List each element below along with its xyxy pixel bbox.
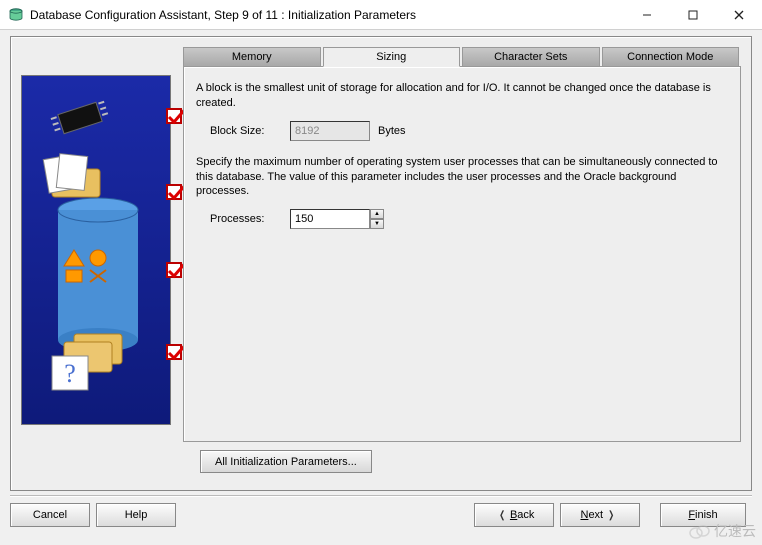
button-label: Finish: [688, 509, 717, 521]
tab-label: Memory: [232, 51, 272, 63]
block-size-label: Block Size:: [210, 125, 282, 137]
tabs-row: Memory Sizing Character Sets Connection …: [183, 47, 741, 67]
block-size-row: Block Size: Bytes: [210, 121, 728, 141]
close-button[interactable]: [716, 0, 762, 29]
block-size-unit: Bytes: [378, 125, 406, 137]
config-panel: Memory Sizing Character Sets Connection …: [183, 47, 741, 442]
processes-description: Specify the maximum number of operating …: [196, 155, 728, 200]
step-check-icon: [166, 262, 182, 278]
tab-sizing[interactable]: Sizing: [323, 47, 461, 67]
cancel-button[interactable]: Cancel: [10, 503, 90, 527]
processes-input[interactable]: [290, 209, 370, 229]
button-label: Cancel: [33, 509, 67, 521]
step-check-icon: [166, 344, 182, 360]
window-title: Database Configuration Assistant, Step 9…: [30, 8, 624, 22]
processes-spin-down[interactable]: ▼: [370, 219, 384, 229]
wizard-client: ? Memory Sizing Character Sets Connectio…: [10, 36, 752, 491]
chip-icon: [50, 98, 110, 138]
processes-label: Processes:: [210, 213, 282, 225]
window-controls: [624, 0, 762, 29]
step-check-icon: [166, 184, 182, 200]
button-label: All Initialization Parameters...: [215, 456, 357, 468]
processes-row: Processes: ▲ ▼: [210, 209, 728, 229]
watermark: 亿速云: [688, 521, 756, 541]
wizard-footer: Cancel Help ❮ Back Next ❯ Finish: [10, 495, 752, 535]
back-button[interactable]: ❮ Back: [474, 503, 554, 527]
svg-text:?: ?: [64, 359, 76, 388]
block-description: A block is the smallest unit of storage …: [196, 81, 728, 111]
tab-panel-sizing: A block is the smallest unit of storage …: [183, 66, 741, 442]
block-size-input: [290, 121, 370, 141]
tab-connection-mode[interactable]: Connection Mode: [602, 47, 740, 67]
button-label: Back: [510, 509, 534, 521]
button-label: Help: [125, 509, 148, 521]
cloud-icon: [688, 523, 710, 539]
title-bar: Database Configuration Assistant, Step 9…: [0, 0, 762, 30]
shapes-icon: [62, 246, 112, 286]
chevron-left-icon: ❮: [499, 510, 505, 521]
tab-label: Sizing: [376, 51, 406, 63]
minimize-button[interactable]: [624, 0, 670, 29]
help-button[interactable]: Help: [96, 503, 176, 527]
folder-docs-icon: [42, 151, 112, 206]
app-icon: [8, 7, 24, 23]
all-init-params-button[interactable]: All Initialization Parameters...: [200, 450, 372, 473]
tab-memory[interactable]: Memory: [183, 47, 321, 67]
folders-question-icon: ?: [44, 326, 134, 396]
wizard-side-graphic: ?: [21, 75, 171, 425]
tab-character-sets[interactable]: Character Sets: [462, 47, 600, 67]
next-button[interactable]: Next ❯: [560, 503, 640, 527]
processes-spin-up[interactable]: ▲: [370, 209, 384, 219]
tab-label: Character Sets: [494, 51, 567, 63]
button-label: Next: [580, 509, 603, 521]
chevron-right-icon: ❯: [608, 510, 614, 521]
tab-label: Connection Mode: [627, 51, 713, 63]
step-check-icon: [166, 108, 182, 124]
maximize-button[interactable]: [670, 0, 716, 29]
